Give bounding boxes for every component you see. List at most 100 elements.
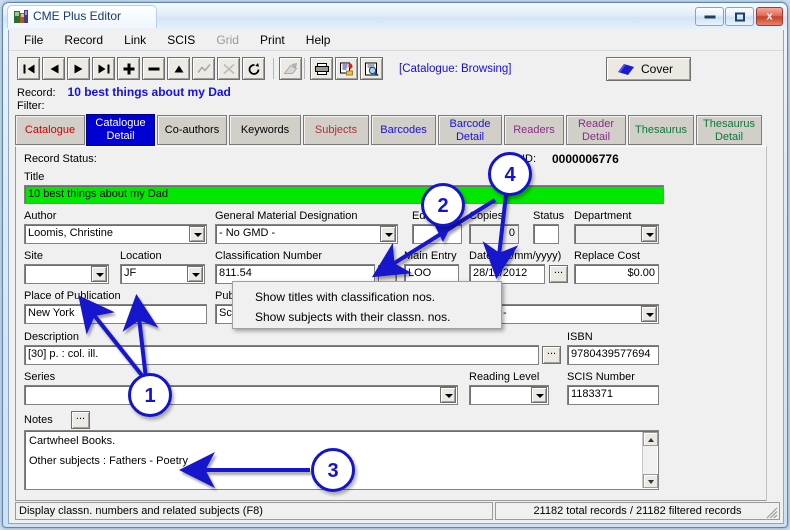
chevron-down-icon[interactable] (187, 266, 203, 282)
resize-grip-icon[interactable] (766, 507, 778, 519)
maximize-button[interactable] (725, 7, 754, 26)
post-edit-button (192, 57, 215, 80)
scroll-up-icon[interactable] (643, 432, 658, 446)
chevron-down-icon[interactable] (531, 387, 547, 403)
copies-label: Copies (469, 210, 503, 222)
tab-barcode-detail[interactable]: Barcode Detail (438, 115, 502, 145)
tab-thesaurus[interactable]: Thesaurus (628, 115, 694, 145)
tab-catalogue-detail-line2: Detail (87, 130, 154, 143)
export-button (279, 57, 302, 80)
menu-link[interactable]: Link (115, 30, 155, 49)
print-button[interactable] (310, 57, 333, 80)
annotation-callout-3: 3 (311, 448, 355, 492)
replace-cost-input[interactable]: $0.00 (574, 264, 659, 284)
menu-scis[interactable]: SCIS (158, 30, 204, 49)
site-combo[interactable] (24, 264, 109, 284)
id-value: 0000006776 (552, 152, 619, 166)
chevron-down-icon[interactable] (641, 306, 657, 322)
tab-catalogue-detail-line1: Catalogue (87, 117, 154, 130)
notes-browse-button[interactable]: ... (71, 411, 90, 429)
status-input[interactable] (533, 224, 559, 244)
description-browse-button[interactable]: ... (542, 346, 561, 364)
delete-record-button[interactable] (142, 57, 165, 80)
notes-line-1: Cartwheel Books. (29, 433, 654, 450)
menu-help[interactable]: Help (297, 30, 340, 49)
tab-subjects[interactable]: Subjects (303, 115, 369, 145)
notes-scrollbar[interactable] (642, 432, 657, 488)
scis-number-input[interactable]: 1183371 (567, 385, 659, 405)
menu-print[interactable]: Print (251, 30, 294, 49)
department-label: Department (574, 210, 631, 222)
next-record-button[interactable] (67, 57, 90, 80)
department-combo[interactable] (574, 224, 659, 244)
last-record-button[interactable] (92, 57, 115, 80)
tab-reader-detail[interactable]: Reader Detail (566, 115, 626, 145)
record-status-label: Record Status: (24, 153, 97, 165)
author-combo[interactable]: Loomis, Christine (24, 224, 207, 244)
first-record-button[interactable] (17, 57, 40, 80)
tab-thesaurus-detail[interactable]: Thesaurus Detail (696, 115, 762, 145)
chevron-down-icon[interactable] (440, 387, 456, 403)
copies-input[interactable]: 0 (469, 224, 519, 244)
ctx-show-subjects[interactable]: Show subjects with their classn. nos. (255, 310, 450, 324)
status-hint-text: Display classn. numbers and related subj… (15, 502, 493, 520)
title-bar: CME Plus Editor x (3, 3, 787, 30)
tab-strip: Catalogue Catalogue Detail Co-authors Ke… (15, 115, 780, 147)
location-combo[interactable]: JF (120, 264, 205, 284)
previous-record-button[interactable] (42, 57, 65, 80)
edit-record-button[interactable] (167, 57, 190, 80)
description-label: Description (24, 331, 79, 343)
menu-file[interactable]: File (15, 30, 52, 49)
client-area: File Record Link SCIS Grid Print Help (8, 30, 784, 524)
isbn-input[interactable]: 9780439577694 (567, 345, 659, 365)
author-label: Author (24, 210, 56, 222)
series-label: Series (24, 371, 55, 383)
scroll-down-icon[interactable] (643, 474, 658, 488)
edition-input[interactable] (412, 224, 462, 244)
description-input[interactable]: [30] p. : col. ill. (24, 345, 539, 365)
annotation-callout-2: 2 (421, 183, 465, 227)
chevron-down-icon[interactable] (641, 226, 657, 242)
add-record-button[interactable] (117, 57, 140, 80)
gmd-label: General Material Designation (215, 210, 357, 222)
title-label: Title (24, 171, 44, 183)
isbn-label: ISBN (567, 331, 593, 343)
place-of-publication-input[interactable]: New York (24, 304, 207, 324)
preview-button[interactable] (360, 57, 383, 80)
place-of-publication-label: Place of Publication (24, 290, 121, 302)
cancel-edit-button (217, 57, 240, 80)
tab-catalogue-detail[interactable]: Catalogue Detail (86, 114, 155, 146)
title-input[interactable]: 10 best things about my Dad (24, 185, 664, 204)
chevron-down-icon[interactable] (189, 226, 205, 242)
date-picker-button[interactable]: ... (549, 265, 568, 283)
gmd-value: - No GMD - (219, 227, 275, 239)
replace-cost-label: Replace Cost (574, 250, 640, 262)
chevron-down-icon[interactable] (91, 266, 107, 282)
app-icon (13, 9, 29, 25)
tab-barcode-detail-line2: Detail (439, 131, 501, 144)
tab-co-authors[interactable]: Co-authors (157, 115, 227, 145)
panel-scrollbar[interactable] (766, 146, 780, 501)
series-combo[interactable] (24, 385, 458, 405)
report-button[interactable] (335, 57, 358, 80)
tab-keywords[interactable]: Keywords (229, 115, 301, 145)
menu-record[interactable]: Record (55, 30, 112, 49)
ctx-show-titles[interactable]: Show titles with classification nos. (255, 290, 435, 304)
tab-readers[interactable]: Readers (504, 115, 564, 145)
tab-catalogue[interactable]: Catalogue (15, 115, 85, 145)
reading-level-combo[interactable] (469, 385, 549, 405)
cover-button[interactable]: Cover (606, 57, 691, 81)
chevron-down-icon[interactable] (380, 226, 396, 242)
classification-context-menu[interactable]: Show titles with classification nos. Sho… (232, 281, 502, 329)
record-count-text: 21182 total records / 21182 filtered rec… (495, 502, 780, 520)
application-window: CME Plus Editor x File Record Link SCIS … (2, 2, 788, 528)
annotation-callout-1: 1 (128, 373, 172, 417)
filter-label: Filter: (17, 100, 45, 112)
main-entry-label: Main Entry (404, 250, 457, 262)
refresh-button[interactable] (242, 57, 265, 80)
tab-barcodes[interactable]: Barcodes (371, 115, 436, 145)
gmd-combo[interactable]: - No GMD - (215, 224, 398, 244)
reading-level-label: Reading Level (469, 371, 539, 383)
close-button[interactable]: x (756, 7, 783, 26)
minimize-button[interactable] (695, 7, 724, 26)
